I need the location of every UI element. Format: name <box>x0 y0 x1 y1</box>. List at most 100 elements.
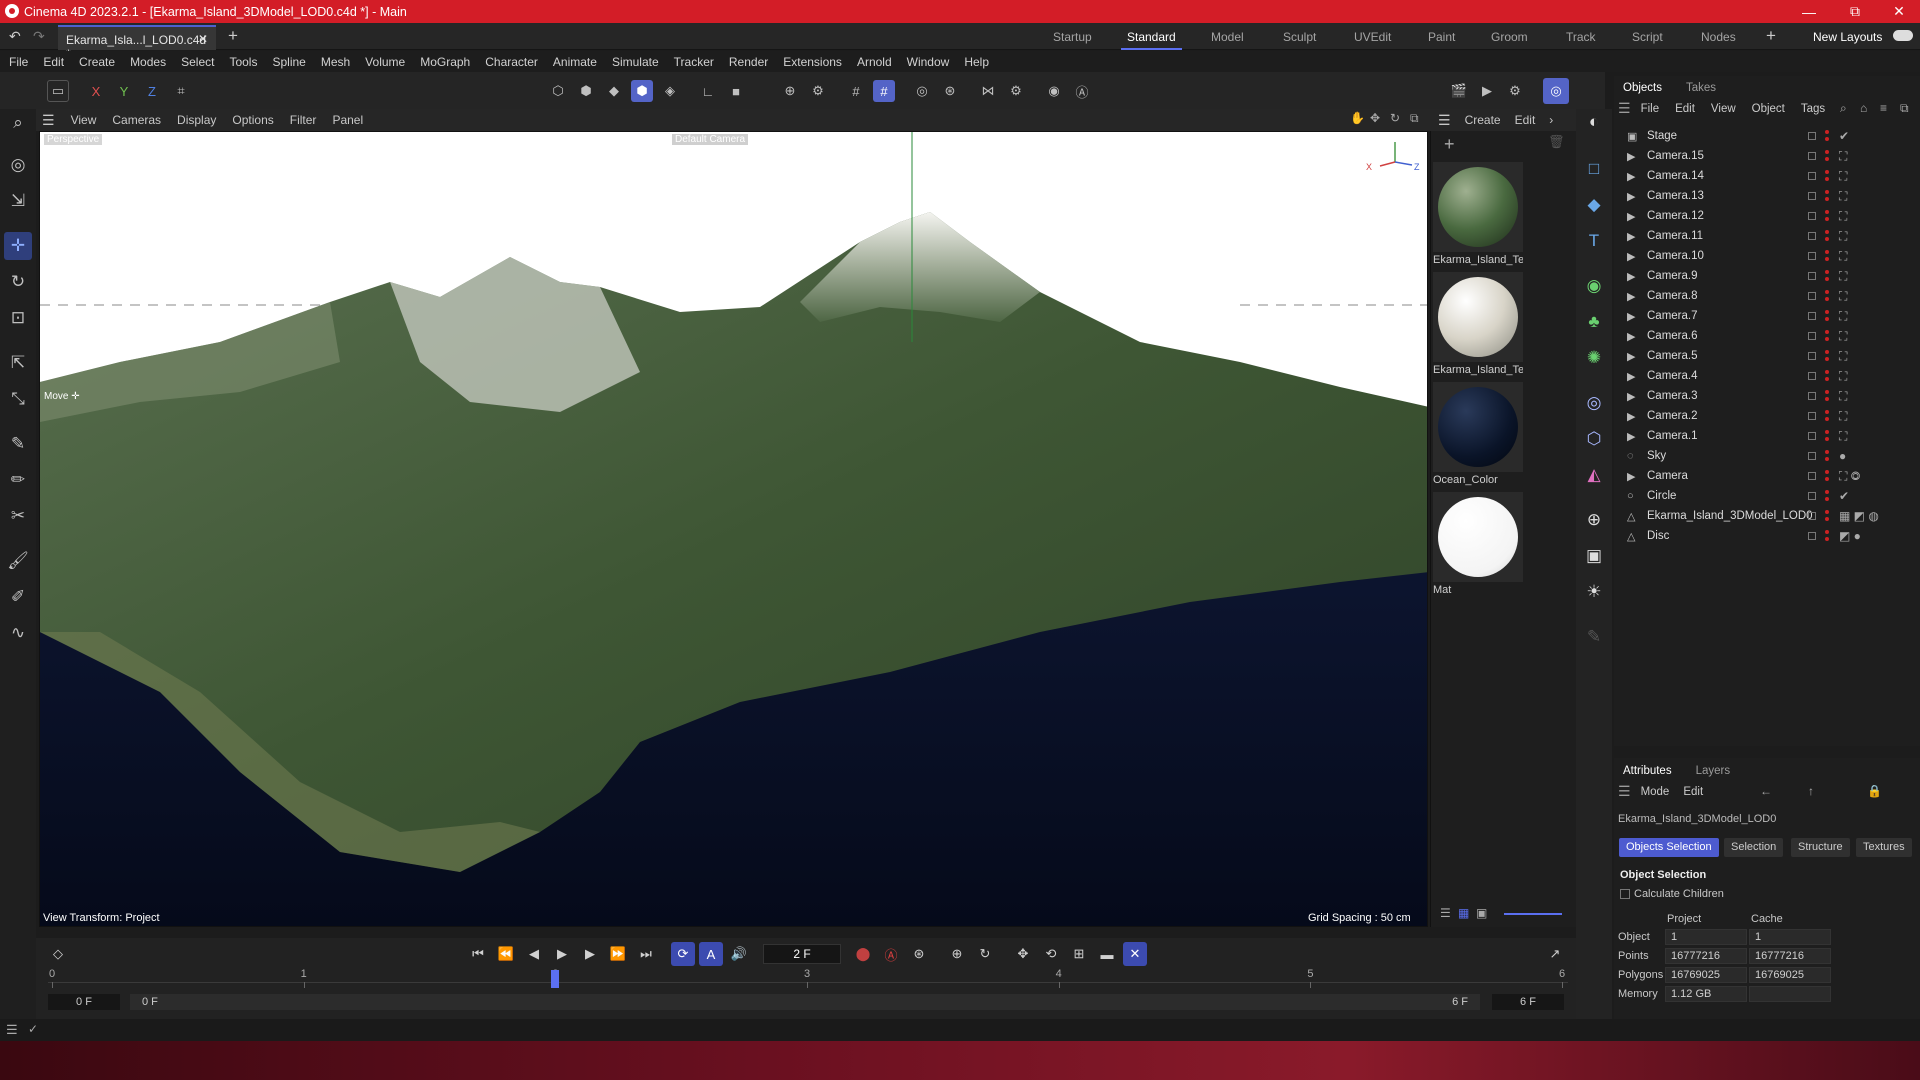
menu-animate[interactable]: Animate <box>553 55 597 69</box>
object-name[interactable]: Camera.1 <box>1647 430 1698 442</box>
layer-checkbox[interactable] <box>1808 152 1816 160</box>
search-objects-icon[interactable]: ⌕ <box>1840 101 1847 116</box>
object-row[interactable]: ▶ Camera.11 ⛶ <box>1614 226 1920 246</box>
knife-tool-icon[interactable]: ✂ <box>4 502 32 530</box>
attributes-menu-mode[interactable]: Mode <box>1641 786 1670 800</box>
keyframe-icon[interactable]: ◇ <box>46 942 70 966</box>
tab-attributes[interactable]: Attributes <box>1623 765 1672 777</box>
render-visibility-dot[interactable] <box>1825 297 1829 301</box>
object-tags[interactable]: ⛶ <box>1839 149 1847 164</box>
move-view-icon[interactable]: ✥ <box>1370 111 1380 125</box>
object-name[interactable]: Camera.3 <box>1647 390 1698 402</box>
editor-visibility-dot[interactable] <box>1825 290 1829 294</box>
symmetry-icon[interactable]: ⋈ <box>977 80 999 102</box>
render-visibility-dot[interactable] <box>1825 257 1829 261</box>
render-region-icon[interactable]: ◎ <box>911 80 933 102</box>
points-mode-icon[interactable]: ⬡ <box>547 80 569 102</box>
editor-visibility-dot[interactable] <box>1825 530 1829 534</box>
object-tags[interactable]: ⛶ <box>1839 429 1847 444</box>
undo-icon[interactable]: ↶ <box>9 28 21 45</box>
key-param-icon[interactable]: ⟲ <box>1039 942 1063 966</box>
object-row[interactable]: ▶ Camera.4 ⛶ <box>1614 366 1920 386</box>
search-icon[interactable]: ⌕ <box>4 109 32 137</box>
add-layout-icon[interactable]: + <box>1766 26 1776 46</box>
up-arrow-icon[interactable]: ↑ <box>1808 784 1814 798</box>
home-icon[interactable]: ⌂ <box>1860 101 1867 115</box>
object-row[interactable]: ▶ Camera.10 ⛶ <box>1614 246 1920 266</box>
menu-arnold[interactable]: Arnold <box>857 55 892 69</box>
object-row[interactable]: ▶ Camera.9 ⛶ <box>1614 266 1920 286</box>
menu-tracker[interactable]: Tracker <box>674 55 714 69</box>
render-view-icon[interactable]: 🎬 <box>1448 80 1470 102</box>
menu-mograph[interactable]: MoGraph <box>420 55 470 69</box>
object-tags[interactable]: ⛶ <box>1839 189 1847 204</box>
lock-z-axis-button[interactable]: Z <box>141 80 163 102</box>
key-mode-icon[interactable]: ✕ <box>1123 942 1147 966</box>
menu-window[interactable]: Window <box>907 55 950 69</box>
timeline-playhead[interactable] <box>551 970 560 988</box>
editor-visibility-dot[interactable] <box>1825 250 1829 254</box>
material-menu-edit[interactable]: Edit <box>1515 113 1536 127</box>
object-name[interactable]: Camera.7 <box>1647 310 1698 322</box>
tweak-tool-icon[interactable]: ⇲ <box>4 187 32 215</box>
default-camera-label[interactable]: Default Camera <box>672 134 749 145</box>
menu-spline[interactable]: Spline <box>272 55 305 69</box>
layer-checkbox[interactable] <box>1808 312 1816 320</box>
layer-checkbox[interactable] <box>1808 192 1816 200</box>
model-mode-icon[interactable]: ⬢ <box>631 80 653 102</box>
restore-button[interactable]: ⧉ <box>1832 0 1878 23</box>
menu-tools[interactable]: Tools <box>229 55 257 69</box>
back-arrow-icon[interactable]: ← <box>1760 784 1772 798</box>
magnet-tool-icon[interactable]: ∿ <box>4 619 32 647</box>
object-tags[interactable]: ⛶ <box>1839 369 1847 384</box>
object-name[interactable]: Camera.4 <box>1647 370 1698 382</box>
end-frame-field[interactable]: 6 F <box>1492 994 1564 1010</box>
object-name[interactable]: Camera.10 <box>1647 250 1704 262</box>
object-name[interactable]: Camera.12 <box>1647 210 1704 222</box>
layer-checkbox[interactable] <box>1808 512 1816 520</box>
preview-size-slider[interactable] <box>1504 913 1562 915</box>
rotate-tool-icon[interactable]: ↻ <box>4 268 32 296</box>
material-item[interactable]: Mat <box>1433 492 1523 596</box>
object-row[interactable]: ▶ Camera.12 ⛶ <box>1614 206 1920 226</box>
render-visibility-dot[interactable] <box>1825 137 1829 141</box>
object-tags[interactable]: ⛶ <box>1839 209 1847 224</box>
object-name[interactable]: Camera.14 <box>1647 170 1704 182</box>
project-value-field[interactable]: 16777216 <box>1665 948 1747 964</box>
document-tab[interactable]: Ekarma_Isla...l_LOD0.c4d * ✕ <box>58 25 216 61</box>
object-tags[interactable]: ⛶ <box>1839 389 1847 404</box>
menu-simulate[interactable]: Simulate <box>612 55 659 69</box>
list-view-icon[interactable]: ☰ <box>1440 906 1451 920</box>
object-row[interactable]: ▣ Stage ✔ <box>1614 126 1920 146</box>
camera-object-icon[interactable]: ◐ <box>1581 109 1607 135</box>
layer-checkbox[interactable] <box>1808 132 1816 140</box>
solo-mode-icon[interactable]: ■ <box>725 80 747 102</box>
editor-visibility-dot[interactable] <box>1825 270 1829 274</box>
menu-volume[interactable]: Volume <box>365 55 405 69</box>
scale-tool-icon[interactable]: ⊡ <box>4 304 32 332</box>
object-row[interactable]: ▶ Camera.7 ⛶ <box>1614 306 1920 326</box>
sketch-tool-icon[interactable]: ✏ <box>4 466 32 494</box>
text-object-icon[interactable]: T <box>1581 228 1607 254</box>
effector-icon[interactable]: ✺ <box>1581 345 1607 371</box>
render-visibility-dot[interactable] <box>1825 157 1829 161</box>
scene-camera-icon[interactable]: ▣ <box>1581 543 1607 569</box>
arnold-icon[interactable]: Ⓐ <box>1071 80 1093 102</box>
cube-outline-icon[interactable]: □ <box>1581 156 1607 182</box>
layer-checkbox[interactable] <box>1808 412 1816 420</box>
next-frame-icon[interactable]: ▶ <box>578 942 602 966</box>
filter-icon[interactable]: ≡ <box>1880 101 1887 115</box>
uv-mode-icon[interactable]: ◈ <box>659 80 681 102</box>
object-name[interactable]: Camera.2 <box>1647 410 1698 422</box>
render-visibility-dot[interactable] <box>1825 537 1829 541</box>
scale-transform-icon[interactable]: ⤡ <box>4 385 32 413</box>
object-row[interactable]: ▶ Camera.8 ⛶ <box>1614 286 1920 306</box>
selection-button[interactable]: Selection <box>1724 838 1784 857</box>
render-visibility-dot[interactable] <box>1825 317 1829 321</box>
render-visibility-dot[interactable] <box>1825 197 1829 201</box>
objects-menu-view[interactable]: View <box>1711 103 1736 117</box>
grid-snap-icon[interactable]: # <box>845 80 867 102</box>
lock-y-axis-button[interactable]: Y <box>113 80 135 102</box>
object-tags[interactable]: ⛶ <box>1839 249 1847 264</box>
editor-visibility-dot[interactable] <box>1825 390 1829 394</box>
